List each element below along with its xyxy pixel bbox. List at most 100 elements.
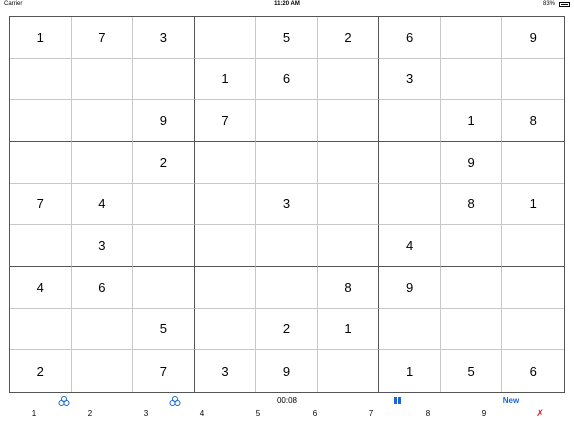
sudoku-cell[interactable] <box>256 225 318 267</box>
sudoku-cell[interactable]: 8 <box>317 267 380 309</box>
sudoku-cell[interactable]: 2 <box>10 350 72 392</box>
sudoku-cell[interactable] <box>256 142 318 184</box>
sudoku-cell[interactable] <box>194 183 257 226</box>
battery-icon <box>559 2 570 7</box>
sudoku-cell[interactable] <box>10 142 72 184</box>
sudoku-cell[interactable]: 2 <box>256 308 318 351</box>
status-bar: Carrier 11:20 AM 83% <box>0 0 574 10</box>
sudoku-cell[interactable] <box>10 100 72 142</box>
sudoku-cell[interactable] <box>440 308 503 351</box>
sudoku-cell[interactable] <box>133 183 195 226</box>
number-key-4[interactable]: 4 <box>192 409 212 418</box>
sudoku-cell[interactable]: 1 <box>440 100 503 142</box>
sudoku-cell[interactable]: 7 <box>71 17 134 59</box>
hint-icon[interactable] <box>58 396 70 406</box>
sudoku-cell[interactable] <box>379 100 441 142</box>
sudoku-cell[interactable]: 1 <box>10 17 72 59</box>
sudoku-cell[interactable] <box>317 58 380 101</box>
sudoku-cell[interactable]: 5 <box>256 17 318 59</box>
number-key-6[interactable]: 6 <box>305 409 325 418</box>
sudoku-cell[interactable]: 2 <box>317 17 380 59</box>
sudoku-cell[interactable] <box>440 17 503 59</box>
number-key-1[interactable]: 1 <box>24 409 44 418</box>
sudoku-cell[interactable] <box>502 59 564 101</box>
sudoku-cell[interactable]: 1 <box>379 350 441 392</box>
sudoku-cell[interactable]: 3 <box>379 58 441 101</box>
number-key-5[interactable]: 5 <box>248 409 268 418</box>
pause-icon[interactable] <box>394 397 401 404</box>
sudoku-cell[interactable] <box>317 183 380 226</box>
sudoku-cell[interactable]: 7 <box>10 183 72 226</box>
sudoku-cell[interactable] <box>194 225 257 267</box>
sudoku-cell[interactable] <box>194 142 257 184</box>
sudoku-cell[interactable] <box>194 308 257 351</box>
sudoku-cell[interactable] <box>440 225 503 267</box>
sudoku-cell[interactable]: 5 <box>133 308 195 351</box>
notes-icon[interactable] <box>169 396 181 406</box>
sudoku-cell[interactable]: 1 <box>502 184 564 226</box>
number-key-8[interactable]: 8 <box>418 409 438 418</box>
sudoku-cell[interactable]: 6 <box>502 350 564 392</box>
sudoku-cell[interactable] <box>379 308 441 351</box>
sudoku-cell[interactable]: 9 <box>133 100 195 142</box>
sudoku-cell[interactable] <box>71 142 134 184</box>
sudoku-cell[interactable]: 3 <box>71 225 134 267</box>
sudoku-board: 1735269163971829743813446895212739156 <box>9 16 565 393</box>
sudoku-cell[interactable]: 8 <box>502 100 564 142</box>
sudoku-cell[interactable] <box>10 58 72 101</box>
sudoku-cell[interactable]: 4 <box>379 225 441 267</box>
sudoku-cell[interactable]: 2 <box>133 142 195 184</box>
number-key-3[interactable]: 3 <box>136 409 156 418</box>
sudoku-cell[interactable] <box>71 308 134 351</box>
sudoku-cell[interactable] <box>194 17 257 59</box>
sudoku-cell[interactable] <box>10 308 72 351</box>
sudoku-cell[interactable]: 6 <box>379 17 441 59</box>
sudoku-cell[interactable]: 3 <box>256 183 318 226</box>
sudoku-cell[interactable]: 6 <box>71 267 134 309</box>
sudoku-cell[interactable] <box>133 225 195 267</box>
sudoku-cell[interactable]: 9 <box>440 142 503 184</box>
number-key-7[interactable]: 7 <box>361 409 381 418</box>
sudoku-cell[interactable]: 9 <box>256 350 318 392</box>
sudoku-cell[interactable] <box>317 142 380 184</box>
sudoku-cell[interactable] <box>72 350 134 392</box>
sudoku-cell[interactable] <box>194 267 257 309</box>
number-pad: ✗ 1 2 3 4 5 6 7 8 9 <box>0 408 574 422</box>
sudoku-cell[interactable]: 4 <box>10 267 72 309</box>
sudoku-cell[interactable]: 5 <box>441 350 503 392</box>
sudoku-cell[interactable] <box>502 142 564 184</box>
sudoku-cell[interactable] <box>502 225 564 267</box>
sudoku-cell[interactable]: 3 <box>133 17 195 59</box>
sudoku-cell[interactable]: 7 <box>133 350 195 392</box>
sudoku-cell[interactable]: 1 <box>317 308 380 351</box>
number-key-9[interactable]: 9 <box>474 409 494 418</box>
sudoku-cell[interactable]: 8 <box>440 183 503 226</box>
toolbar: 00:08 New <box>0 394 574 408</box>
number-key-2[interactable]: 2 <box>80 409 100 418</box>
sudoku-cell[interactable]: 9 <box>502 17 564 59</box>
sudoku-cell[interactable]: 7 <box>194 100 257 142</box>
sudoku-cell[interactable]: 6 <box>256 58 318 101</box>
sudoku-cell[interactable] <box>318 350 380 392</box>
sudoku-cell[interactable] <box>71 58 134 101</box>
sudoku-cell[interactable]: 3 <box>195 350 257 392</box>
sudoku-cell[interactable] <box>71 100 134 142</box>
sudoku-cell[interactable]: 1 <box>194 58 257 101</box>
sudoku-cell[interactable] <box>133 267 195 309</box>
sudoku-cell[interactable] <box>440 267 503 309</box>
sudoku-cell[interactable]: 4 <box>71 183 134 226</box>
sudoku-cell[interactable] <box>256 267 318 309</box>
new-game-button[interactable]: New <box>494 396 528 405</box>
erase-button[interactable]: ✗ <box>530 408 550 419</box>
sudoku-cell[interactable]: 9 <box>379 267 441 309</box>
sudoku-cell[interactable] <box>502 267 564 309</box>
sudoku-cell[interactable] <box>317 225 380 267</box>
sudoku-cell[interactable] <box>10 225 72 267</box>
sudoku-cell[interactable] <box>502 309 564 351</box>
sudoku-cell[interactable] <box>133 58 195 101</box>
sudoku-cell[interactable] <box>379 142 441 184</box>
sudoku-cell[interactable] <box>379 183 441 226</box>
sudoku-cell[interactable] <box>317 100 380 142</box>
sudoku-cell[interactable] <box>440 58 503 101</box>
sudoku-cell[interactable] <box>256 100 318 142</box>
